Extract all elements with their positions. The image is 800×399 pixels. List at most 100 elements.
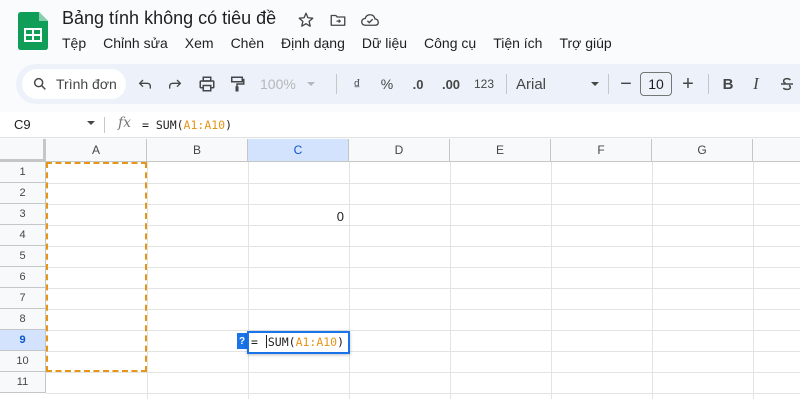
gridline bbox=[46, 372, 800, 373]
text-cursor bbox=[265, 335, 267, 348]
column-header-a[interactable]: A bbox=[46, 139, 147, 162]
column-header-c[interactable]: C bbox=[248, 139, 349, 162]
column-header-g[interactable]: G bbox=[652, 139, 753, 162]
print-icon[interactable] bbox=[194, 64, 220, 104]
formula-suffix: ) bbox=[225, 118, 233, 132]
font-select[interactable]: Arial bbox=[516, 64, 600, 104]
star-icon[interactable] bbox=[296, 10, 316, 30]
gridline bbox=[46, 288, 800, 289]
editor-suffix: ) bbox=[337, 335, 345, 349]
menu-insert[interactable]: Chèn bbox=[231, 35, 272, 51]
increase-font-size-button[interactable]: + bbox=[678, 64, 698, 104]
menu-data[interactable]: Dữ liệu bbox=[362, 35, 415, 51]
gridline bbox=[450, 162, 451, 399]
formula-help-badge[interactable]: ? bbox=[237, 333, 247, 349]
row-header-2[interactable]: 2 bbox=[0, 183, 46, 204]
row-header-8[interactable]: 8 bbox=[0, 309, 46, 330]
undo-icon[interactable] bbox=[132, 64, 158, 104]
gridline bbox=[248, 162, 249, 399]
zoom-value: 100% bbox=[260, 76, 296, 92]
formula-bar: C9 fx = SUM(A1:A10) bbox=[0, 112, 800, 138]
toolbar-divider bbox=[608, 74, 609, 94]
editor-function: SUM( bbox=[267, 335, 296, 349]
number-format-button[interactable]: 123 bbox=[470, 64, 498, 104]
row-header-1[interactable]: 1 bbox=[0, 162, 46, 183]
formula-range: A1:A10 bbox=[183, 118, 226, 132]
column-header-b[interactable]: B bbox=[147, 139, 248, 162]
chevron-down-icon bbox=[591, 82, 599, 86]
row-header-10[interactable]: 10 bbox=[0, 351, 46, 372]
chevron-down-icon bbox=[306, 82, 315, 86]
gridline bbox=[46, 393, 800, 394]
font-name: Arial bbox=[516, 75, 547, 93]
formula-bar-divider bbox=[104, 117, 105, 133]
strikethrough-icon[interactable] bbox=[776, 64, 798, 104]
column-header-e[interactable]: E bbox=[450, 139, 551, 162]
editor-range: A1:A10 bbox=[295, 335, 338, 349]
decrease-decimal-button[interactable]: .0 bbox=[404, 64, 432, 104]
row-header-11[interactable]: 11 bbox=[0, 372, 46, 393]
menu-file[interactable]: Tệp bbox=[62, 35, 94, 51]
increase-decimal-button[interactable]: .00 bbox=[436, 64, 466, 104]
document-title[interactable]: Bảng tính không có tiêu đề bbox=[62, 8, 276, 29]
row-header-7[interactable]: 7 bbox=[0, 288, 46, 309]
menu-tools[interactable]: Công cụ bbox=[424, 35, 484, 51]
row-header-3[interactable]: 3 bbox=[0, 204, 46, 225]
zoom-select[interactable]: 100% bbox=[260, 64, 326, 104]
select-all-corner[interactable] bbox=[0, 139, 46, 162]
row-header-5[interactable]: 5 bbox=[0, 246, 46, 267]
paint-format-icon[interactable] bbox=[224, 64, 250, 104]
name-box[interactable]: C9 bbox=[14, 117, 31, 132]
menu-bar: Tệp Chỉnh sửa Xem Chèn Định dạng Dữ liệu… bbox=[62, 35, 629, 51]
gridline bbox=[147, 162, 148, 399]
gridline bbox=[46, 309, 800, 310]
menu-help[interactable]: Trợ giúp bbox=[559, 35, 619, 51]
menu-extensions[interactable]: Tiện ích bbox=[493, 35, 550, 51]
column-header-h[interactable] bbox=[753, 139, 800, 162]
gridline bbox=[753, 162, 754, 399]
menu-view[interactable]: Xem bbox=[185, 35, 222, 51]
row-header-4[interactable]: 4 bbox=[0, 225, 46, 246]
sheets-logo-icon[interactable] bbox=[18, 12, 48, 50]
bold-button[interactable]: B bbox=[718, 64, 738, 104]
gridline bbox=[46, 183, 800, 184]
increase-decimal-label: .00 bbox=[441, 76, 461, 92]
cell-editor-c9[interactable]: = SUM(A1:A10) bbox=[247, 331, 350, 354]
row-header-6[interactable]: 6 bbox=[0, 267, 46, 288]
menu-format[interactable]: Định dạng bbox=[281, 35, 353, 51]
currency-format-button[interactable]: ₫ bbox=[346, 64, 368, 104]
formula-input[interactable]: = SUM(A1:A10) bbox=[142, 118, 232, 132]
column-header-f[interactable]: F bbox=[551, 139, 652, 162]
menu-edit[interactable]: Chỉnh sửa bbox=[103, 35, 176, 51]
menu-search[interactable]: Trình đơn bbox=[22, 69, 126, 99]
gridline bbox=[46, 351, 800, 352]
gridline bbox=[46, 225, 800, 226]
search-icon bbox=[33, 77, 46, 90]
editor-prefix: = bbox=[251, 335, 265, 349]
column-header-d[interactable]: D bbox=[349, 139, 450, 162]
toolbar-divider bbox=[506, 74, 507, 94]
toolbar-divider bbox=[336, 74, 337, 94]
spreadsheet-grid[interactable]: A B C D E F G 1 2 3 4 5 6 7 8 9 10 11 0 … bbox=[0, 139, 800, 399]
formula-prefix: = SUM( bbox=[142, 118, 184, 132]
gridline bbox=[46, 204, 800, 205]
move-to-folder-icon[interactable] bbox=[328, 10, 348, 30]
range-highlight-a1-a10 bbox=[46, 162, 147, 372]
decrease-font-size-button[interactable]: − bbox=[616, 64, 636, 104]
gridline bbox=[46, 330, 800, 331]
menu-search-label: Trình đơn bbox=[56, 76, 117, 92]
gridline bbox=[349, 162, 350, 399]
gridline bbox=[46, 246, 800, 247]
cell-c3[interactable]: 0 bbox=[248, 207, 348, 227]
redo-icon[interactable] bbox=[162, 64, 188, 104]
gridline bbox=[46, 267, 800, 268]
cloud-saved-icon[interactable] bbox=[360, 10, 380, 30]
gridline bbox=[652, 162, 653, 399]
chevron-down-icon[interactable] bbox=[86, 118, 96, 128]
toolbar-divider bbox=[708, 74, 709, 94]
row-header-9[interactable]: 9 bbox=[0, 330, 46, 351]
fx-icon: fx bbox=[118, 115, 132, 131]
italic-button[interactable]: I bbox=[746, 64, 766, 104]
percent-format-button[interactable]: % bbox=[376, 64, 398, 104]
font-size-input[interactable]: 10 bbox=[640, 72, 672, 96]
